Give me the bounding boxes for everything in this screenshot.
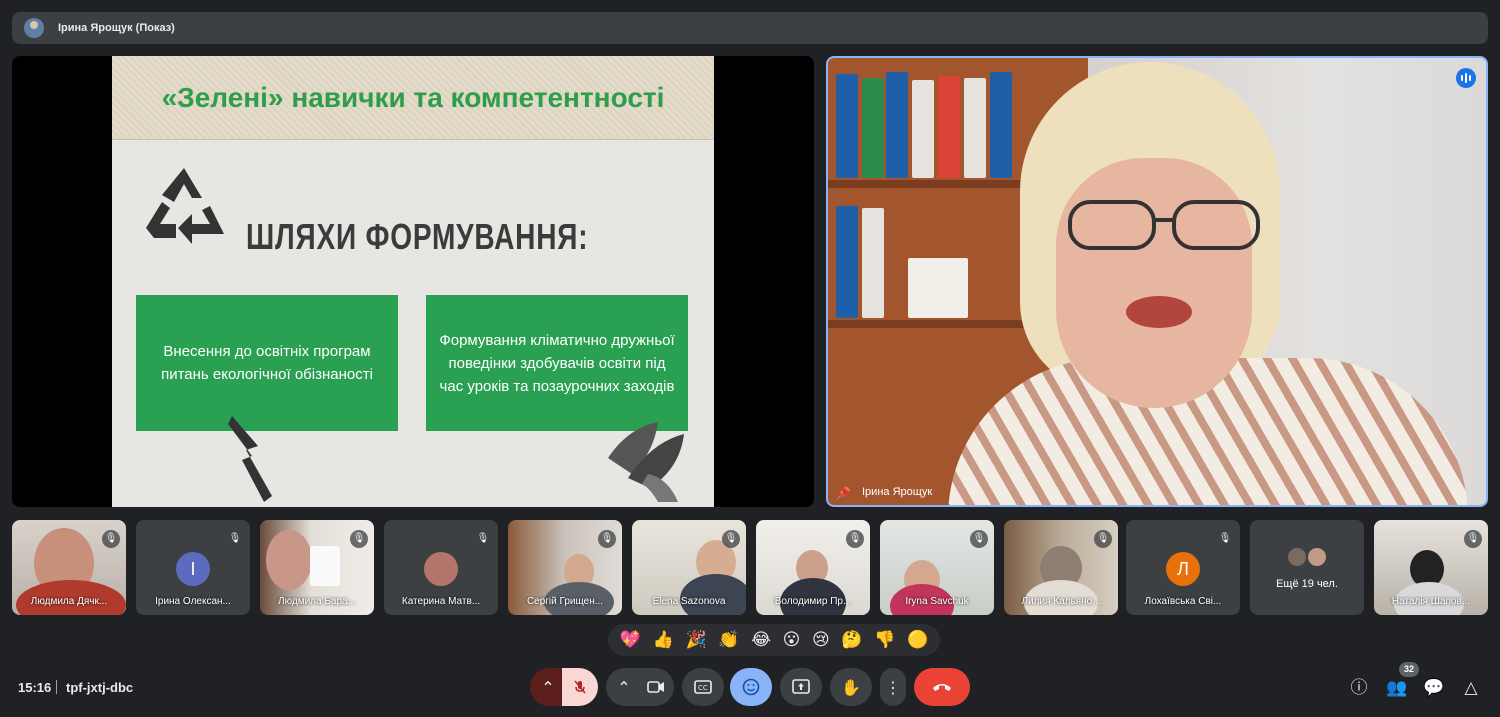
pin-icon[interactable]: 📌	[836, 486, 851, 500]
end-call-button[interactable]	[914, 668, 970, 706]
presentation-stage[interactable]: «Зелені» навички та компетентності ШЛЯХИ…	[12, 56, 814, 507]
participant-name: Лохаївська Сві...	[1144, 596, 1222, 607]
mic-off-icon: 🎙	[846, 530, 864, 548]
mic-off-icon: 🎙	[1094, 530, 1112, 548]
mic-off-icon: 🎙	[598, 530, 616, 548]
mic-off-icon	[574, 680, 586, 694]
reaction-surprised-icon[interactable]: 😮	[783, 630, 801, 650]
camera-toggle-button[interactable]	[638, 668, 674, 706]
reaction-party-icon[interactable]: 🎉	[685, 630, 706, 650]
chat-icon[interactable]: 💬	[1422, 676, 1446, 700]
participant-name: Володимир Пр...	[774, 596, 852, 607]
present-button[interactable]	[780, 668, 822, 706]
video-options-button[interactable]: ⌃	[606, 668, 642, 706]
participant-name: Iryna Savchuk	[905, 596, 969, 607]
participant-tile[interactable]: 🎙 Людмила Дячк...	[12, 520, 126, 615]
mic-off-icon: 🎙	[1216, 530, 1234, 548]
participant-tile[interactable]: 🎙 Сергій Грищен...	[508, 520, 622, 615]
participant-photo	[424, 552, 458, 586]
mic-toggle-button[interactable]	[562, 668, 598, 706]
chevron-up-icon: ⌃	[617, 677, 631, 697]
participant-filmstrip: 🎙 Людмила Дячк... І 🎙 Ірина Олексан... 🎙…	[12, 520, 1500, 615]
mic-off-icon: 🎙	[474, 530, 492, 548]
more-participants-label: Ещё 19 чел.	[1276, 578, 1338, 590]
mic-off-icon: 🎙	[102, 530, 120, 548]
raise-hand-button[interactable]: ✋	[830, 668, 872, 706]
lightning-icon	[228, 416, 272, 502]
reaction-clap-icon[interactable]: 👏	[718, 630, 739, 650]
participant-tile[interactable]: 🎙 Людмила Бара...	[260, 520, 374, 615]
more-options-button[interactable]: ⋮	[880, 668, 906, 706]
reactions-bar: 💖 👍 🎉 👏 😂 😮 😢 🤔 👎 🟡	[608, 624, 940, 656]
leaf-icon	[608, 422, 684, 502]
reaction-thumbs-up-icon[interactable]: 👍	[653, 630, 674, 650]
slide-subtitle: ШЛЯХИ ФОРМУВАННЯ:	[246, 216, 589, 257]
more-vert-icon: ⋮	[885, 677, 901, 697]
chevron-up-icon: ⌃	[541, 677, 555, 697]
participant-tile[interactable]: 🎙 Наталія Шапов...	[1374, 520, 1488, 615]
captions-button[interactable]: CC	[682, 668, 724, 706]
hand-icon: ✋	[841, 677, 861, 697]
participant-name: Людмила Бара...	[278, 596, 356, 607]
reaction-thumbs-down-icon[interactable]: 👎	[874, 630, 895, 650]
more-avatars	[1286, 546, 1332, 570]
slide-box-2: Формування кліматично дружньої поведінки…	[426, 295, 688, 431]
speaker-mouth	[1126, 296, 1192, 328]
meeting-clock: 15:16	[18, 680, 52, 695]
participant-tile[interactable]: І 🎙 Ірина Олексан...	[136, 520, 250, 615]
glasses	[1068, 200, 1260, 250]
divider	[56, 680, 57, 694]
slide-box-1: Внесення до освітніх програм питань екол…	[136, 295, 398, 431]
participant-tile[interactable]: 🎙 Володимир Пр...	[756, 520, 870, 615]
participant-name: Людмила Дячк...	[30, 596, 108, 607]
participant-avatar: Л	[1166, 552, 1200, 586]
reaction-heart-icon[interactable]: 💖	[620, 630, 641, 650]
reactions-button[interactable]	[730, 668, 772, 706]
participant-tile[interactable]: 🎙 Elena Sazonova	[632, 520, 746, 615]
info-icon[interactable]: ⓘ	[1347, 676, 1371, 700]
speaker-video[interactable]: 📌 Ірина Ярощук	[826, 56, 1488, 507]
participant-name: Ірина Олексан...	[155, 596, 231, 607]
participant-name: Лилия Кальяно...	[1021, 596, 1101, 607]
reaction-laugh-icon[interactable]: 😂	[751, 630, 771, 650]
audio-options-button[interactable]: ⌃	[530, 668, 566, 706]
mic-off-icon: 🎙	[1464, 530, 1482, 548]
emoji-icon	[742, 678, 760, 696]
activities-icon[interactable]: △	[1459, 676, 1483, 700]
reaction-skin-tone-icon[interactable]: 🟡	[907, 630, 928, 650]
people-count-badge: 32	[1399, 662, 1419, 677]
participant-name: Сергій Грищен...	[526, 596, 604, 607]
participant-tile[interactable]: Л 🎙 Лохаївська Сві...	[1126, 520, 1240, 615]
present-icon	[792, 679, 810, 694]
presenter-avatar	[24, 18, 44, 38]
participant-name: Elena Sazonova	[652, 596, 726, 607]
svg-text:CC: CC	[698, 684, 708, 692]
meeting-code: tpf-jxtj-dbc	[66, 680, 134, 695]
mic-off-icon: 🎙	[350, 530, 368, 548]
participant-name: Наталія Шапов...	[1391, 596, 1471, 607]
end-call-icon	[933, 684, 951, 691]
captions-icon: CC	[694, 680, 712, 694]
speaker-name: Ірина Ярощук	[862, 486, 933, 498]
shared-slide: «Зелені» навички та компетентності ШЛЯХИ…	[112, 56, 714, 507]
participant-tile[interactable]: 🎙 Лилия Кальяно...	[1004, 520, 1118, 615]
participant-avatar: І	[176, 552, 210, 586]
participant-name: Катерина Матв...	[401, 596, 481, 607]
speaking-indicator-icon	[1456, 68, 1476, 88]
reaction-thinking-icon[interactable]: 🤔	[841, 630, 862, 650]
slide-title: «Зелені» навички та компетентності	[161, 82, 665, 113]
speaker-face	[1056, 158, 1252, 408]
participant-tile[interactable]: 🎙 Катерина Матв...	[384, 520, 498, 615]
mic-off-icon: 🎙	[970, 530, 988, 548]
more-participants-tile[interactable]: Ещё 19 чел.	[1250, 520, 1364, 615]
presenter-title: Ірина Ярощук (Показ)	[58, 22, 175, 34]
camera-icon	[647, 681, 664, 693]
mic-off-icon: 🎙	[226, 530, 244, 548]
presenter-bar: Ірина Ярощук (Показ)	[12, 12, 1488, 44]
participant-tile[interactable]: 🎙 Iryna Savchuk	[880, 520, 994, 615]
people-icon[interactable]: 👥	[1385, 676, 1409, 700]
mic-off-icon: 🎙	[722, 530, 740, 548]
reaction-sad-icon[interactable]: 😢	[812, 630, 830, 650]
recycle-icon	[146, 168, 224, 244]
